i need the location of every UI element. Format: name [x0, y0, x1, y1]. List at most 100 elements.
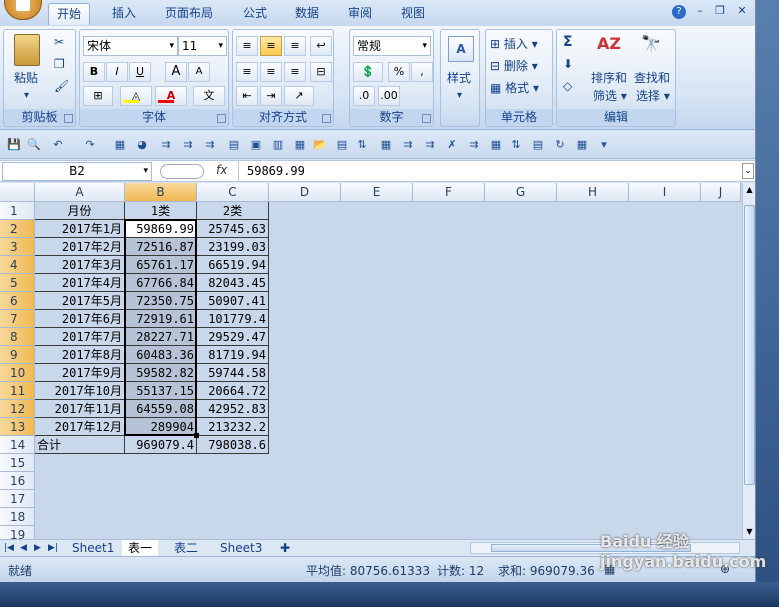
image-icon[interactable]: ▣: [248, 137, 264, 153]
column-header-f[interactable]: F: [413, 183, 485, 202]
bold-button[interactable]: B: [83, 62, 105, 82]
row-header-7[interactable]: 7: [0, 310, 35, 328]
find-select-sub[interactable]: 选择 ▾: [636, 86, 670, 106]
toolbar-icon-6[interactable]: ▤: [226, 137, 242, 153]
table-cell[interactable]: 101779.4: [197, 310, 269, 328]
tab-view[interactable]: 视图: [393, 3, 433, 25]
close-icon[interactable]: ✕: [734, 4, 750, 18]
clipboard-launcher-icon[interactable]: [64, 114, 73, 123]
toolbar-icon-15[interactable]: ⇉: [422, 137, 438, 153]
styles-button[interactable]: 样式: [447, 68, 471, 88]
toolbar-icon-9[interactable]: ▦: [292, 137, 308, 153]
row-header-18[interactable]: 18: [0, 508, 35, 526]
table-cell[interactable]: 2017年1月: [35, 220, 125, 238]
table-cell[interactable]: 2017年5月: [35, 292, 125, 310]
styles-dropdown-icon[interactable]: ▾: [457, 86, 462, 106]
header-cell[interactable]: 月份: [35, 202, 125, 220]
formula-expand-control[interactable]: [160, 164, 204, 179]
table-cell[interactable]: 23199.03: [197, 238, 269, 256]
insert-function-button[interactable]: fx: [216, 163, 227, 177]
toolbar-icon-8[interactable]: ▥: [270, 137, 286, 153]
spreadsheet-grid[interactable]: A B C D E F G H I J 1 2 3 4 5 6 7 8 9 10 11 12 13 14 15 16 17 18 19 月…: [0, 183, 742, 539]
row-header-19[interactable]: 19: [0, 526, 35, 539]
paste-button[interactable]: 粘贴: [14, 68, 38, 88]
row-header-11[interactable]: 11: [0, 382, 35, 400]
paste-icon[interactable]: [14, 34, 40, 66]
tab-insert[interactable]: 插入: [104, 3, 144, 25]
shrink-font-button[interactable]: A: [188, 62, 210, 82]
autosum-icon[interactable]: Σ: [563, 32, 573, 52]
tab-page-layout[interactable]: 页面布局: [157, 3, 221, 25]
row-header-15[interactable]: 15: [0, 454, 35, 472]
table-cell[interactable]: 2017年10月: [35, 382, 125, 400]
row-header-10[interactable]: 10: [0, 364, 35, 382]
row-header-2[interactable]: 2: [0, 220, 35, 238]
font-size-select[interactable]: 11 ▾: [178, 36, 227, 56]
table-cell[interactable]: 2017年2月: [35, 238, 125, 256]
column-header-a[interactable]: A: [35, 183, 125, 202]
column-header-j[interactable]: J: [701, 183, 741, 202]
row-header-17[interactable]: 17: [0, 490, 35, 508]
wrap-text-button[interactable]: ↩: [310, 36, 332, 56]
toolbar-icon-22[interactable]: ▦: [574, 137, 590, 153]
tab-home[interactable]: 开始: [48, 3, 91, 25]
sheet-tab-3[interactable]: 表二: [168, 540, 204, 556]
percent-button[interactable]: %: [388, 62, 410, 82]
table-cell[interactable]: 29529.47: [197, 328, 269, 346]
align-right-button[interactable]: ≡: [284, 62, 306, 82]
table-cell[interactable]: 213232.2: [197, 418, 269, 436]
row-header-4[interactable]: 4: [0, 256, 35, 274]
copy-icon[interactable]: ❐: [54, 54, 65, 74]
toolbar-icon-20[interactable]: ▤: [530, 137, 546, 153]
row-header-5[interactable]: 5: [0, 274, 35, 292]
clear-icon[interactable]: ◇: [563, 76, 572, 96]
customize-toolbar-icon[interactable]: ▾: [596, 137, 612, 153]
column-header-e[interactable]: E: [341, 183, 413, 202]
comma-button[interactable]: ,: [411, 62, 433, 82]
toolbar-icon-5[interactable]: ⇉: [202, 137, 218, 153]
table-cell[interactable]: 20664.72: [197, 382, 269, 400]
sort-filter-icon[interactable]: AZ: [597, 34, 623, 60]
scroll-up-icon[interactable]: ▲: [744, 185, 755, 195]
table-cell[interactable]: 2017年4月: [35, 274, 125, 292]
format-painter-icon[interactable]: 🖌: [54, 76, 69, 96]
styles-icon[interactable]: A: [448, 36, 474, 62]
table-cell[interactable]: 2017年7月: [35, 328, 125, 346]
table-cell[interactable]: 25745.63: [197, 220, 269, 238]
align-left-button[interactable]: ≡: [236, 62, 258, 82]
currency-button[interactable]: 💲: [353, 62, 383, 82]
format-cells-button[interactable]: ▦ 格式 ▾: [490, 78, 539, 98]
table-cell[interactable]: 59744.58: [197, 364, 269, 382]
toolbar-icon-17[interactable]: ⇉: [466, 137, 482, 153]
toolbar-icon-14[interactable]: ⇉: [400, 137, 416, 153]
align-center-button[interactable]: ≡: [260, 62, 282, 82]
increase-decimal-icon[interactable]: .0: [353, 86, 375, 106]
align-top-button[interactable]: ≡: [236, 36, 258, 56]
toolbar-icon-3[interactable]: ⇉: [158, 137, 174, 153]
border-button[interactable]: ⊞: [83, 86, 113, 106]
office-button[interactable]: [4, 0, 42, 20]
delete-cells-button[interactable]: ⊟ 删除 ▾: [490, 56, 538, 76]
formula-input[interactable]: 59869.99: [247, 164, 305, 178]
fill-color-button[interactable]: ◬: [120, 86, 152, 106]
tab-data[interactable]: 数据: [287, 3, 327, 25]
tab-formulas[interactable]: 公式: [235, 3, 275, 25]
cut-icon[interactable]: ✂: [54, 32, 64, 52]
first-sheet-icon[interactable]: |◀: [2, 540, 16, 556]
table-cell[interactable]: 81719.94: [197, 346, 269, 364]
row-header-1[interactable]: 1: [0, 202, 35, 220]
table-cell[interactable]: 42952.83: [197, 400, 269, 418]
prev-sheet-icon[interactable]: ◀: [18, 540, 29, 556]
vertical-scrollbar[interactable]: ▲ ▼: [742, 183, 755, 539]
toolbar-icon-18[interactable]: ▦: [488, 137, 504, 153]
align-middle-button[interactable]: ≡: [260, 36, 282, 56]
column-header-g[interactable]: G: [485, 183, 557, 202]
font-launcher-icon[interactable]: [217, 114, 226, 123]
refresh-icon[interactable]: ↻: [552, 137, 568, 153]
merge-center-button[interactable]: ⊟: [310, 62, 332, 82]
sort-filter-label[interactable]: 排序和: [591, 68, 627, 88]
row-header-13[interactable]: 13: [0, 418, 35, 436]
sort-filter-sub[interactable]: 筛选 ▾: [593, 86, 627, 106]
table-icon[interactable]: ▦: [112, 137, 128, 153]
save-icon[interactable]: 💾: [6, 137, 22, 153]
